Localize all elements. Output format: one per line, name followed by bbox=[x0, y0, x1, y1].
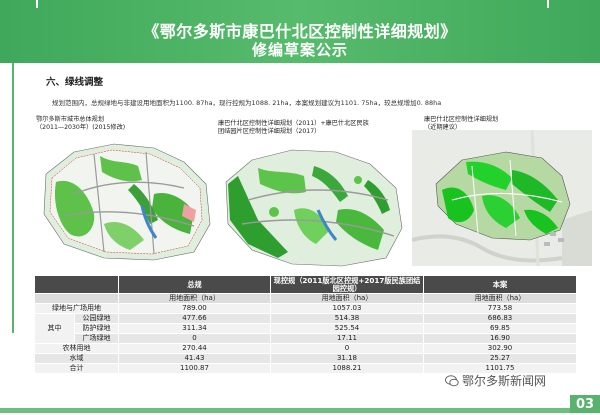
table-row: 绿地与广场用地 789.00 1057.03 773.58 bbox=[34, 303, 577, 314]
green-land-table: 总规 现控规（2011版北区控规+2017版民族团结园控规） 本案 用地面积（h… bbox=[34, 275, 577, 374]
cell-value: 69.85 bbox=[423, 323, 577, 334]
cell-value: 0 bbox=[270, 343, 424, 354]
page-number: 03 bbox=[570, 395, 600, 413]
table-row: 广场绿地 0 17.11 16.90 bbox=[35, 333, 577, 344]
unit-label: 用地面积（ha） bbox=[270, 293, 424, 304]
cell-value: 477.66 bbox=[118, 313, 271, 324]
cell-value: 25.27 bbox=[423, 353, 577, 364]
col-header-current-plan: 现控规（2011版北区控规+2017版民族团结园控规） bbox=[270, 275, 424, 294]
cell-value: 773.58 bbox=[423, 303, 577, 314]
cell-value: 302.90 bbox=[423, 343, 577, 354]
chat-bubble-icon bbox=[445, 375, 459, 387]
map-caption-1: 鄂尔多斯市城市总体规划 （2011—2030年）(2015修改) bbox=[36, 116, 125, 133]
table-row: 农林用地 270.44 0 302.90 bbox=[34, 343, 577, 354]
unit-label: 用地面积（ha） bbox=[118, 293, 271, 304]
cell-value: 16.90 bbox=[423, 333, 577, 344]
table-unit-blank bbox=[34, 293, 119, 304]
map-caption-1-line2: （2011—2030年）(2015修改) bbox=[36, 124, 126, 132]
banner-decoration bbox=[547, 0, 549, 8]
col-header-master-plan: 总规 bbox=[118, 275, 271, 294]
row-label: 农林用地 bbox=[34, 343, 119, 354]
table-row: 其中 公园绿地 477.66 514.38 686.83 bbox=[34, 313, 577, 344]
cell-value: 1088.21 bbox=[270, 363, 424, 374]
table-row: 水域 41.43 31.18 25.27 bbox=[34, 353, 577, 364]
page-subtitle: 修编草案公示 bbox=[251, 41, 348, 59]
map-caption-2: 康巴什北区控制性详细规划（2011）+康巴什北区民族 团结园片区控制性详细规划（… bbox=[218, 120, 369, 137]
watermark-text: 鄂尔多斯新闻网 bbox=[462, 374, 547, 388]
row-label: 公园绿地 bbox=[74, 313, 119, 324]
row-label: 合计 bbox=[34, 363, 119, 374]
row-group-label: 其中 bbox=[34, 313, 75, 344]
cell-value: 789.00 bbox=[118, 303, 271, 314]
unit-label: 用地面积（ha） bbox=[423, 293, 577, 304]
cell-value: 31.18 bbox=[270, 353, 424, 364]
table-header-row: 总规 现控规（2011版北区控规+2017版民族团结园控规） 本案 bbox=[34, 275, 577, 294]
cell-value: 1100.87 bbox=[118, 363, 271, 374]
cell-value: 525.54 bbox=[270, 323, 424, 334]
cell-value: 1057.03 bbox=[270, 303, 424, 314]
section-heading: 六、绿线调整 bbox=[46, 77, 104, 88]
cell-value: 514.38 bbox=[270, 313, 424, 324]
map-caption-2-line2: 团结园片区控制性详细规划（2017） bbox=[218, 128, 321, 136]
table-header-blank bbox=[34, 275, 119, 294]
current-regulatory-plan-map bbox=[218, 140, 408, 270]
cell-value: 17.11 bbox=[270, 333, 424, 344]
row-label: 广场绿地 bbox=[74, 333, 119, 344]
row-label: 防护绿地 bbox=[74, 323, 119, 334]
footer-bar bbox=[0, 408, 570, 413]
col-header-proposed: 本案 bbox=[423, 275, 577, 294]
title-banner: 《鄂尔多斯市康巴什北区控制性详细规划》 修编草案公示 bbox=[0, 0, 600, 63]
cell-value: 686.83 bbox=[423, 313, 577, 324]
table-row: 防护绿地 311.34 525.54 69.85 bbox=[35, 323, 577, 334]
cell-value: 0 bbox=[118, 333, 271, 344]
section-description: 规划范围内，总规绿地与非建设用地面积为1100. 87ha，现行控规为1088.… bbox=[52, 99, 442, 107]
banner-decoration bbox=[36, 0, 38, 8]
table-unit-row: 用地面积（ha） 用地面积（ha） 用地面积（ha） bbox=[34, 293, 577, 304]
cell-value: 311.34 bbox=[118, 323, 271, 334]
cell-value: 270.44 bbox=[118, 343, 271, 354]
row-label: 水域 bbox=[34, 353, 119, 364]
left-accent-rule bbox=[12, 63, 14, 333]
proposed-plan-map bbox=[412, 130, 592, 266]
row-label: 绿地与广场用地 bbox=[34, 303, 119, 314]
master-plan-map bbox=[34, 134, 214, 264]
cell-value: 41.43 bbox=[118, 353, 271, 364]
